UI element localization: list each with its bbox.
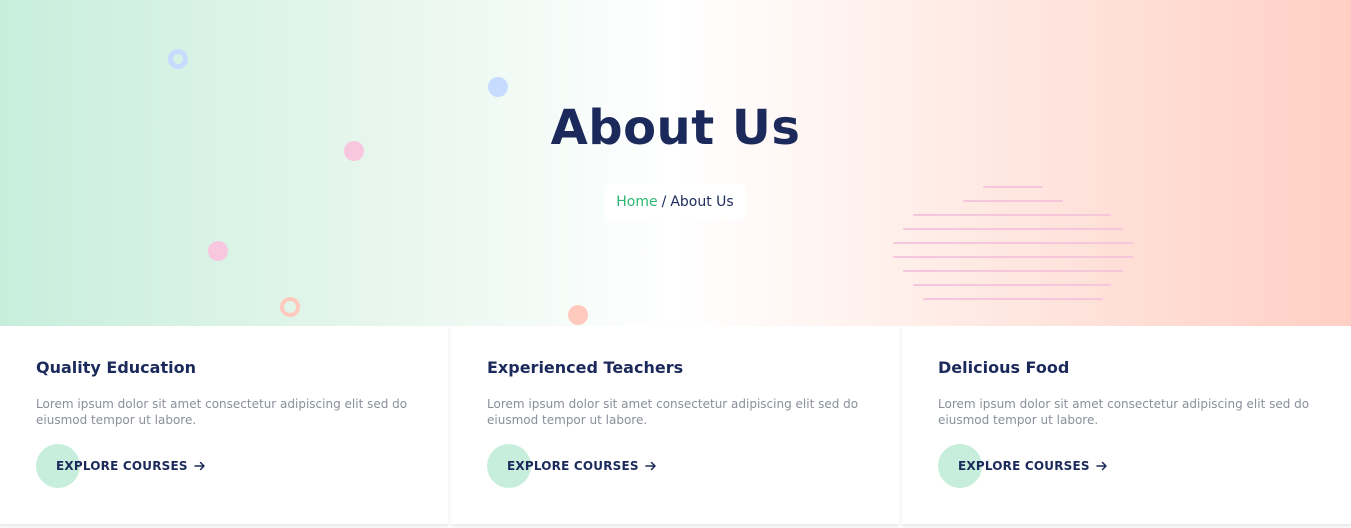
feature-card: Experienced Teachers Lorem ipsum dolor s… (451, 326, 899, 525)
card-description: Lorem ipsum dolor sit amet consectetur a… (36, 397, 408, 427)
explore-courses-label: EXPLORE COURSES (56, 459, 188, 473)
feature-card: Quality Education Lorem ipsum dolor sit … (0, 326, 448, 525)
card-title: Quality Education (36, 358, 196, 377)
decor-ring-blue (168, 49, 188, 69)
card-title: Experienced Teachers (487, 358, 684, 377)
decor-striped-circle (890, 186, 1136, 304)
explore-courses-link[interactable]: EXPLORE COURSES (938, 444, 1108, 488)
breadcrumb-home-link[interactable]: Home (616, 194, 657, 210)
explore-courses-link[interactable]: EXPLORE COURSES (487, 444, 657, 488)
page-hero: About Us Home / About Us (0, 0, 1351, 326)
explore-courses-label: EXPLORE COURSES (507, 459, 639, 473)
decor-dot-peach (568, 305, 588, 325)
explore-courses-link[interactable]: EXPLORE COURSES (36, 444, 206, 488)
arrow-right-icon (1096, 461, 1107, 471)
breadcrumb: Home / About Us (604, 184, 746, 220)
card-description: Lorem ipsum dolor sit amet consectetur a… (487, 397, 859, 427)
decor-ring-peach (280, 297, 300, 317)
decor-dot-blue (488, 77, 508, 97)
arrow-right-icon (194, 461, 205, 471)
card-description: Lorem ipsum dolor sit amet consectetur a… (938, 397, 1310, 427)
explore-courses-label: EXPLORE COURSES (958, 459, 1090, 473)
decor-dot-pink (208, 241, 228, 261)
feature-card: Delicious Food Lorem ipsum dolor sit ame… (902, 326, 1351, 525)
page-title: About Us (550, 100, 801, 156)
arrow-right-icon (645, 461, 656, 471)
breadcrumb-separator: / (661, 194, 667, 210)
feature-cards: Quality Education Lorem ipsum dolor sit … (0, 326, 1351, 528)
card-title: Delicious Food (938, 358, 1070, 377)
breadcrumb-current: About Us (670, 194, 734, 210)
